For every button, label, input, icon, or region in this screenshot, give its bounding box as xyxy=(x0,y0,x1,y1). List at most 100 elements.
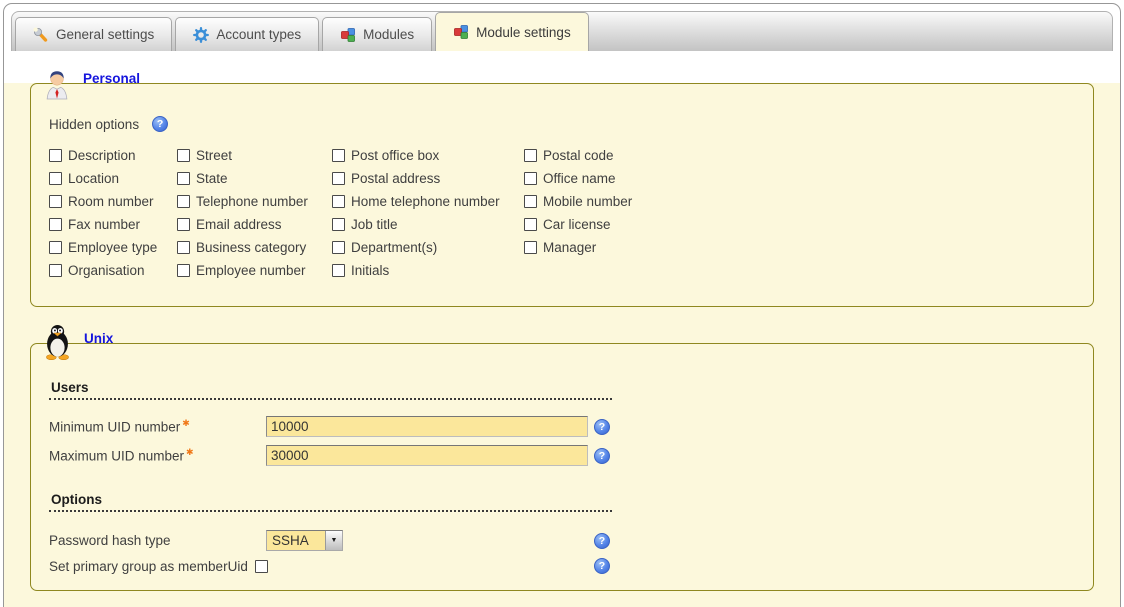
tab-label: Account types xyxy=(216,27,301,42)
hidden-option-label: Business category xyxy=(196,240,306,255)
hidden-option-checkbox[interactable] xyxy=(332,149,345,162)
hidden-option[interactable]: Fax number xyxy=(49,217,177,232)
password-hash-select[interactable]: SSHA ▼ xyxy=(266,530,343,551)
min-uid-input[interactable] xyxy=(266,416,588,437)
hidden-option-label: Description xyxy=(68,148,136,163)
hidden-option-label: Employee number xyxy=(196,263,306,278)
hidden-option-label: Mobile number xyxy=(543,194,632,209)
help-icon[interactable]: ? xyxy=(594,533,610,549)
hidden-option[interactable]: Description xyxy=(49,148,177,163)
hidden-option[interactable]: Car license xyxy=(524,217,1075,232)
hidden-option[interactable]: Post office box xyxy=(332,148,524,163)
hidden-option[interactable]: Manager xyxy=(524,240,1075,255)
hidden-option-checkbox[interactable] xyxy=(332,172,345,185)
hidden-option[interactable]: Email address xyxy=(177,217,332,232)
member-uid-checkbox[interactable] xyxy=(255,560,268,573)
hidden-option-checkbox[interactable] xyxy=(177,241,190,254)
hidden-option-checkbox[interactable] xyxy=(332,218,345,231)
hidden-option[interactable]: Initials xyxy=(332,263,524,278)
hidden-option[interactable]: Office name xyxy=(524,171,1075,186)
help-icon[interactable]: ? xyxy=(152,116,168,132)
member-uid-row: Set primary group as memberUid ? xyxy=(49,558,1075,574)
hidden-option-label: Manager xyxy=(543,240,596,255)
hidden-option-checkbox[interactable] xyxy=(524,241,537,254)
hidden-option-label: Postal code xyxy=(543,148,614,163)
hidden-option-checkbox[interactable] xyxy=(177,149,190,162)
hidden-option[interactable]: Room number xyxy=(49,194,177,209)
hidden-option-checkbox[interactable] xyxy=(49,195,62,208)
tux-penguin-icon xyxy=(41,324,74,360)
hidden-option[interactable]: Street xyxy=(177,148,332,163)
hidden-option-checkbox[interactable] xyxy=(332,264,345,277)
hidden-option-checkbox[interactable] xyxy=(49,241,62,254)
password-hash-label: Password hash type xyxy=(49,533,266,548)
unix-section: Unix Users Minimum UID number✱ ? Maximum… xyxy=(30,343,1094,591)
hidden-option-label: Postal address xyxy=(351,171,440,186)
hidden-options-label: Hidden options xyxy=(49,117,139,132)
max-uid-row: Maximum UID number✱ ? xyxy=(49,445,1075,466)
tab-bar: General settings Account types xyxy=(11,11,1113,51)
tab-label: General settings xyxy=(56,27,154,42)
hidden-option[interactable]: Business category xyxy=(177,240,332,255)
help-icon[interactable]: ? xyxy=(594,448,610,464)
hidden-option-label: Fax number xyxy=(68,217,140,232)
hidden-option-checkbox[interactable] xyxy=(524,172,537,185)
hidden-option-checkbox[interactable] xyxy=(49,172,62,185)
hidden-option-checkbox[interactable] xyxy=(177,195,190,208)
hidden-option[interactable]: Home telephone number xyxy=(332,194,524,209)
hidden-option-checkbox[interactable] xyxy=(524,218,537,231)
hidden-option-label: Home telephone number xyxy=(351,194,500,209)
help-icon[interactable]: ? xyxy=(594,558,610,574)
hidden-option[interactable]: Employee type xyxy=(49,240,177,255)
hidden-option-label: Street xyxy=(196,148,232,163)
hidden-option-label: Office name xyxy=(543,171,616,186)
tab-label: Module settings xyxy=(476,25,571,40)
hidden-option[interactable]: Postal address xyxy=(332,171,524,186)
hidden-option[interactable]: Postal code xyxy=(524,148,1075,163)
help-icon[interactable]: ? xyxy=(594,419,610,435)
tab-account-types[interactable]: Account types xyxy=(175,17,319,51)
hidden-option[interactable]: Mobile number xyxy=(524,194,1075,209)
section-title: Unix xyxy=(84,331,113,346)
hidden-option-checkbox[interactable] xyxy=(332,241,345,254)
hidden-option[interactable]: Employee number xyxy=(177,263,332,278)
options-subheading: Options xyxy=(49,492,612,512)
hidden-option-label: Room number xyxy=(68,194,154,209)
password-hash-row: Password hash type SSHA ▼ ? xyxy=(49,530,1075,551)
hidden-option-checkbox[interactable] xyxy=(49,218,62,231)
hidden-option[interactable]: Job title xyxy=(332,217,524,232)
modules-icon xyxy=(453,24,469,40)
hidden-option-label: Email address xyxy=(196,217,282,232)
hidden-option-label: Telephone number xyxy=(196,194,308,209)
section-title: Personal xyxy=(83,71,140,86)
max-uid-input[interactable] xyxy=(266,445,588,466)
hidden-option-checkbox[interactable] xyxy=(49,264,62,277)
min-uid-row: Minimum UID number✱ ? xyxy=(49,416,1075,437)
hidden-option-checkbox[interactable] xyxy=(49,149,62,162)
hidden-option[interactable]: Organisation xyxy=(49,263,177,278)
tab-general-settings[interactable]: General settings xyxy=(15,17,172,51)
required-icon: ✱ xyxy=(186,447,194,457)
dropdown-arrow-icon[interactable]: ▼ xyxy=(325,531,342,550)
tab-modules[interactable]: Modules xyxy=(322,17,432,51)
hidden-option-label: Initials xyxy=(351,263,389,278)
hidden-option[interactable]: State xyxy=(177,171,332,186)
gear-icon xyxy=(193,27,209,43)
tab-module-settings[interactable]: Module settings xyxy=(435,12,589,51)
hidden-option-checkbox[interactable] xyxy=(177,218,190,231)
hidden-option-label: State xyxy=(196,171,228,186)
hidden-option-checkbox[interactable] xyxy=(524,149,537,162)
module-settings-panel: Personal Hidden options ? Description St… xyxy=(4,83,1120,607)
hidden-option[interactable]: Location xyxy=(49,171,177,186)
modules-icon xyxy=(340,27,356,43)
hidden-option-checkbox[interactable] xyxy=(177,172,190,185)
tab-label: Modules xyxy=(363,27,414,42)
hidden-option-label: Car license xyxy=(543,217,611,232)
hidden-option-checkbox[interactable] xyxy=(177,264,190,277)
hidden-option-label: Post office box xyxy=(351,148,439,163)
person-icon xyxy=(41,68,73,100)
hidden-option-checkbox[interactable] xyxy=(332,195,345,208)
hidden-option-checkbox[interactable] xyxy=(524,195,537,208)
hidden-option[interactable]: Telephone number xyxy=(177,194,332,209)
hidden-option[interactable]: Department(s) xyxy=(332,240,524,255)
